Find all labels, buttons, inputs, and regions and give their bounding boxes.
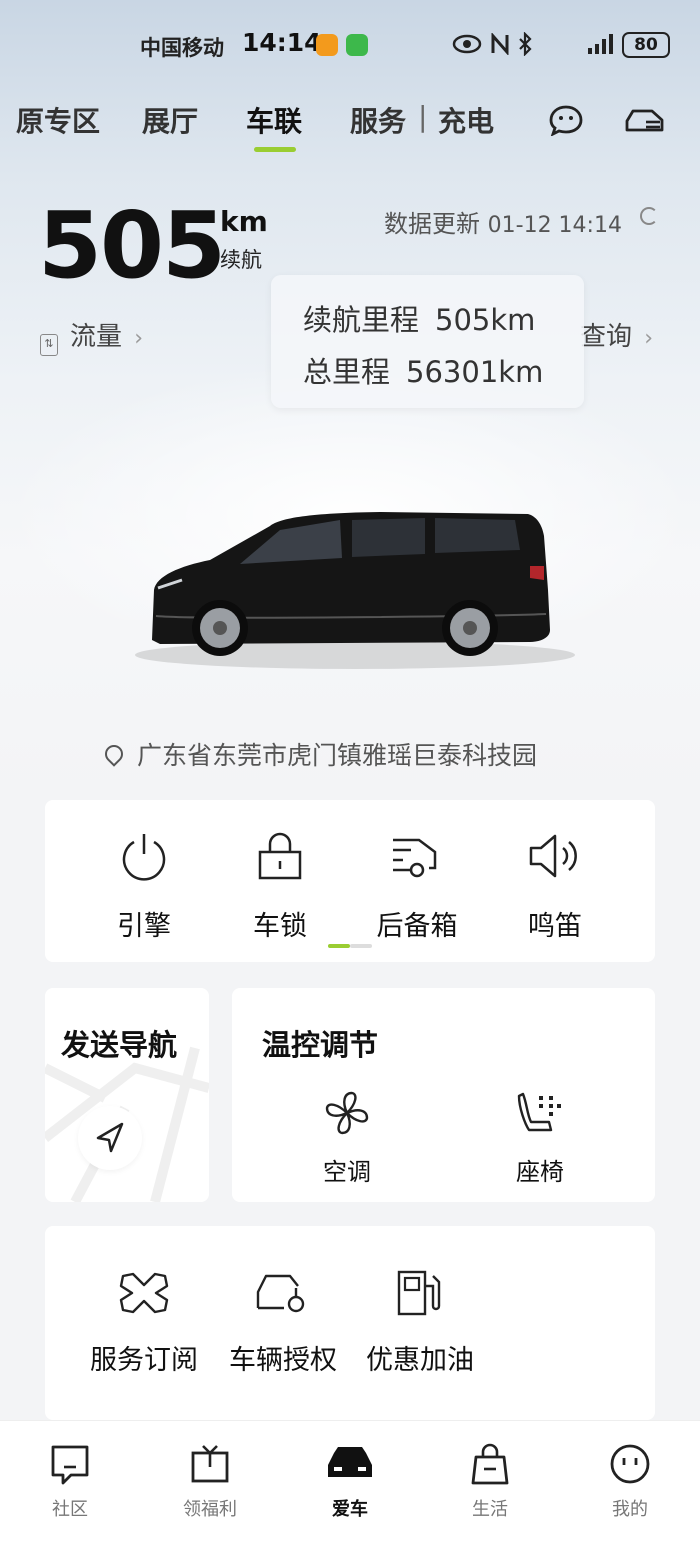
flow-link-label: 流量 xyxy=(70,322,123,352)
horn-button[interactable]: 鸣笛 xyxy=(500,830,610,943)
status-time: 14:14 xyxy=(242,28,322,57)
navigation-button[interactable] xyxy=(78,1106,142,1170)
car-switch-icon[interactable] xyxy=(624,104,666,136)
bottom-navigation: 社区 领福利 爱车 生活 我的 xyxy=(0,1420,700,1541)
vehicle-location[interactable]: 广东省东莞市虎门镇雅瑶巨泰科技园 xyxy=(101,736,538,772)
tooltip-value: 505km xyxy=(435,303,536,337)
page-indicator xyxy=(350,944,372,948)
page-indicator-active xyxy=(328,944,350,948)
range-value: 505 xyxy=(38,192,226,299)
service-subscribe-icon xyxy=(119,1272,169,1314)
engine-label: 引擎 xyxy=(117,911,171,942)
notification-app-icon xyxy=(346,34,368,56)
ac-button[interactable]: 空调 xyxy=(292,1088,402,1187)
range-label[interactable]: 续航 xyxy=(220,244,262,274)
nfc-icon xyxy=(491,33,509,55)
range-unit: km xyxy=(220,205,268,238)
shopping-bag-icon xyxy=(471,1443,509,1485)
tab-charging[interactable]: 充电 xyxy=(438,100,494,140)
carrier-name: 中国移动 xyxy=(140,36,224,60)
engine-button[interactable]: 引擎 xyxy=(89,830,199,943)
fuel-icon xyxy=(397,1270,441,1316)
mileage-tooltip: 续航里程 505km 总里程 56301km xyxy=(271,275,584,408)
location-text: 广东省东莞市虎门镇雅瑶巨泰科技园 xyxy=(137,741,538,770)
tooltip-row: 总里程 56301km xyxy=(303,349,543,391)
climate-title: 温控调节 xyxy=(262,1028,379,1062)
power-icon xyxy=(122,834,166,881)
tab-separator: | xyxy=(418,100,428,133)
nav-mine[interactable]: 我的 xyxy=(590,1443,670,1521)
nav-mine-label: 我的 xyxy=(612,1499,648,1520)
query-link-label: 查询 xyxy=(580,322,633,352)
update-label: 数据更新 xyxy=(384,210,480,238)
flow-link[interactable]: ⇅ 流量 › xyxy=(40,316,143,356)
nav-my-car[interactable]: 爱车 xyxy=(310,1443,390,1521)
data-update: 数据更新 01-12 14:14 xyxy=(384,204,622,239)
horn-label: 鸣笛 xyxy=(528,911,582,942)
car-icon xyxy=(328,1447,372,1477)
tab-connected[interactable]: 车联 xyxy=(246,100,303,152)
vehicle-auth-button[interactable]: 车辆授权 xyxy=(213,1270,353,1377)
seat-label: 座椅 xyxy=(516,1158,564,1186)
update-datetime: 01-12 14:14 xyxy=(487,213,622,238)
seat-button[interactable]: 座椅 xyxy=(485,1088,595,1187)
gift-icon xyxy=(191,1445,229,1483)
fuel-discount-label: 优惠加油 xyxy=(366,1345,474,1376)
tooltip-label: 续航里程 xyxy=(303,303,420,337)
nav-community[interactable]: 社区 xyxy=(30,1443,110,1521)
nav-life-label: 生活 xyxy=(472,1499,508,1520)
vehicle-auth-label: 车辆授权 xyxy=(229,1345,337,1376)
nav-my-car-label: 爱车 xyxy=(332,1499,368,1520)
message-icon[interactable] xyxy=(548,104,584,136)
service-subscribe-label: 服务订阅 xyxy=(90,1345,198,1376)
nav-life[interactable]: 生活 xyxy=(450,1443,530,1521)
nav-community-label: 社区 xyxy=(52,1499,88,1520)
horn-icon xyxy=(529,834,577,878)
car-image xyxy=(135,512,575,669)
trunk-label: 后备箱 xyxy=(376,911,458,942)
service-subscribe-button[interactable]: 服务订阅 xyxy=(74,1270,214,1377)
lock-label: 车锁 xyxy=(253,911,307,942)
tab-showroom[interactable]: 展厅 xyxy=(142,100,198,140)
chevron-right-icon: › xyxy=(644,326,654,351)
ac-label: 空调 xyxy=(323,1158,371,1186)
fan-icon xyxy=(325,1091,369,1135)
signal-icon xyxy=(588,34,613,54)
eye-icon xyxy=(452,34,482,54)
notification-app-icon xyxy=(316,34,338,56)
sim-card-icon: ⇅ xyxy=(40,334,58,356)
battery-indicator: 80 xyxy=(622,32,670,58)
tab-service[interactable]: 服务 xyxy=(350,100,406,140)
refresh-icon[interactable] xyxy=(640,207,658,225)
top-tabs: 原专区 展厅 车联 服务 | 充电 xyxy=(0,100,700,152)
tooltip-value: 56301km xyxy=(406,355,544,389)
lock-button[interactable]: 车锁 xyxy=(225,830,335,943)
nav-benefits-label: 领福利 xyxy=(183,1499,237,1520)
location-pin-icon xyxy=(101,741,127,767)
active-tab-indicator xyxy=(254,147,296,152)
fuel-discount-button[interactable]: 优惠加油 xyxy=(350,1270,490,1377)
tooltip-label: 总里程 xyxy=(303,355,391,389)
trunk-icon xyxy=(393,838,437,878)
tab-connected-label: 车联 xyxy=(246,105,303,138)
tooltip-row: 续航里程 505km xyxy=(303,297,535,339)
bluetooth-icon xyxy=(519,32,532,56)
chevron-right-icon: › xyxy=(134,326,144,351)
lock-icon xyxy=(258,832,302,880)
navigation-arrow-icon xyxy=(96,1122,124,1153)
tab-zone[interactable]: 原专区 xyxy=(16,100,100,140)
trunk-button[interactable]: 后备箱 xyxy=(362,830,472,943)
vehicle-auth-icon xyxy=(256,1274,305,1313)
status-bar: 中国移动 14:14 80 xyxy=(0,28,700,64)
query-link[interactable]: 查询 › xyxy=(580,316,653,353)
send-navigation-title: 发送导航 xyxy=(61,1028,178,1062)
profile-face-icon xyxy=(610,1444,650,1484)
nav-benefits[interactable]: 领福利 xyxy=(170,1443,250,1521)
seat-heat-icon xyxy=(517,1092,561,1132)
community-icon xyxy=(51,1445,89,1485)
